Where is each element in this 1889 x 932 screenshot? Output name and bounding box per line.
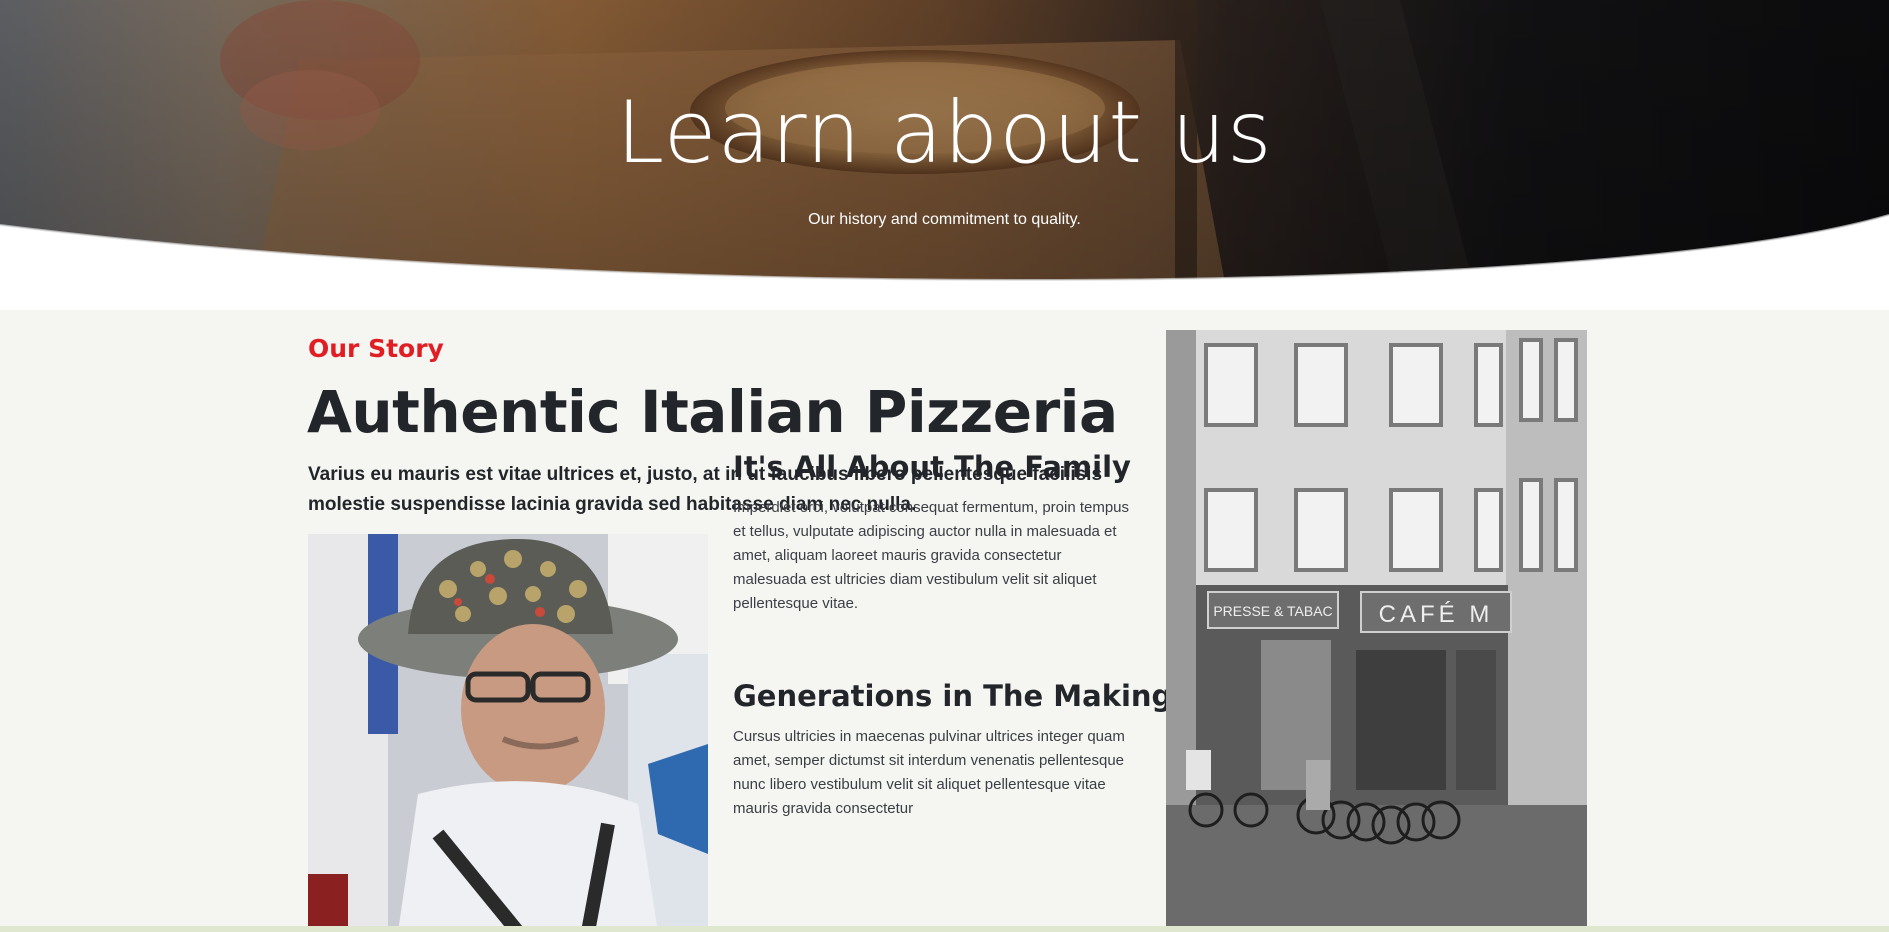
our-story-section: Our Story Authentic Italian Pizzeria Var…: [0, 310, 1889, 932]
presse-tabac-sign: PRESSE & TABAC: [1213, 603, 1332, 619]
family-photo: [308, 534, 708, 932]
hero-banner: Learn about us Our history and commitmen…: [0, 0, 1889, 310]
generations-text: Cursus ultricies in maecenas pulvinar ul…: [733, 728, 1125, 817]
section-headline: Authentic Italian Pizzeria: [307, 378, 1118, 446]
family-text: Imperdiet orci, volutpat consequat ferme…: [733, 499, 1130, 612]
page-title: Learn about us: [616, 83, 1273, 183]
family-heading: It's All About The Family: [733, 450, 1131, 484]
footer-divider: [0, 926, 1889, 932]
generations-heading: Generations in The Making: [733, 679, 1173, 713]
cafe-sign: CAFÉ M: [1379, 601, 1494, 628]
cafe-street-photo: PRESSE & TABAC CAFÉ M: [1166, 330, 1587, 932]
section-eyebrow: Our Story: [308, 334, 444, 363]
page-subtitle: Our history and commitment to quality.: [808, 211, 1081, 228]
